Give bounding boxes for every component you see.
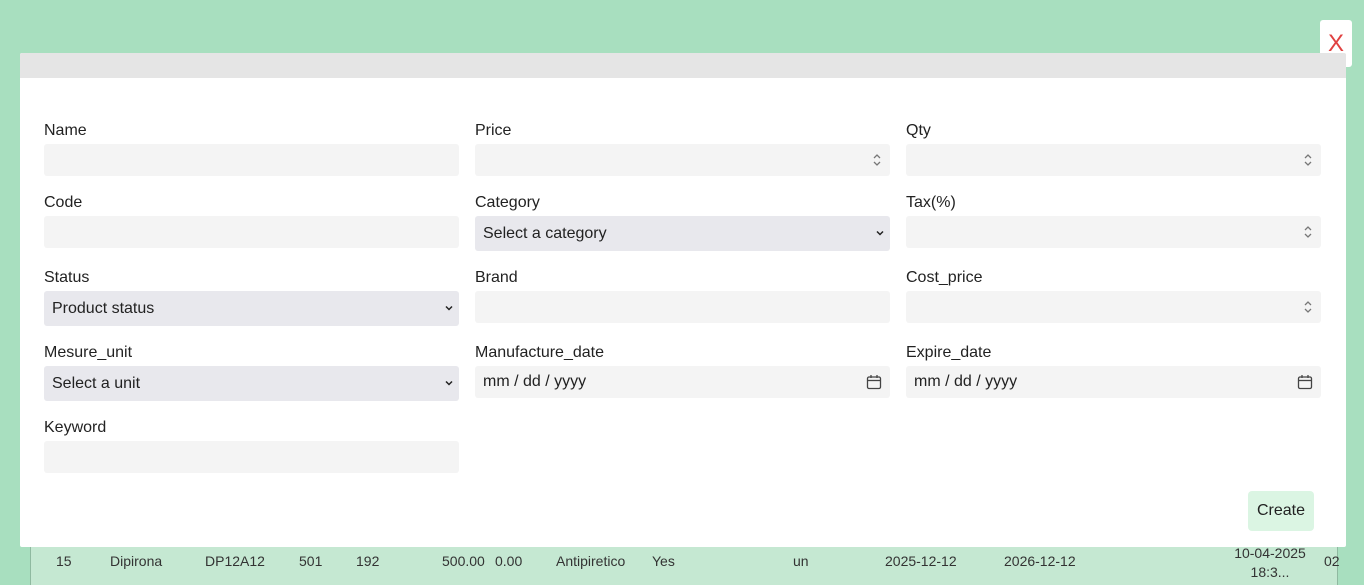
qty-input[interactable] [906,144,1321,176]
price-field-group: Price [475,120,890,176]
cell-id: 15 [56,553,72,569]
spinner-icon[interactable] [1303,224,1313,240]
spinner-icon[interactable] [872,152,882,168]
cell-status: Yes [652,553,675,569]
chevron-down-icon [876,230,884,236]
qty-label: Qty [906,122,931,139]
cell-unit: un [793,553,809,569]
expire-date-placeholder: mm / dd / yyyy [914,373,1018,390]
cell-cost-price: 500.00 [442,553,485,569]
cell-qty: 192 [356,553,380,569]
cell-category: Antipiretico [556,553,626,569]
category-field-group: Category Select a category [475,192,890,251]
chevron-down-icon [445,305,453,311]
cost-price-field-group: Cost_price [906,267,1321,323]
tax-input[interactable] [906,216,1321,248]
manufacture-date-input[interactable]: mm / dd / yyyy [475,366,890,398]
chevron-down-icon [445,380,453,386]
expire-date-label: Expire_date [906,344,992,361]
manufacture-date-field-group: Manufacture_date mm / dd / yyyy [475,342,890,398]
expire-date-field-group: Expire_date mm / dd / yyyy [906,342,1321,398]
cell-expire-date: 2026-12-12 [1004,553,1076,569]
status-select[interactable]: Product status [44,291,459,326]
tax-field-group: Tax(%) [906,192,1321,248]
mesure-unit-label: Mesure_unit [44,344,133,361]
cell-code: DP12A12 [205,553,265,569]
code-input[interactable] [44,216,459,248]
name-input[interactable] [44,144,459,176]
code-label: Code [44,194,83,211]
name-field-group: Name [44,120,459,176]
cell-created-at: 10-04-2025 18:3... [1234,545,1306,580]
mesure-unit-selected: Select a unit [52,375,141,392]
category-select[interactable]: Select a category [475,216,890,251]
expire-date-input[interactable]: mm / dd / yyyy [906,366,1321,398]
keyword-input[interactable] [44,441,459,473]
category-selected: Select a category [483,225,607,242]
cell-updated-at: 02 [1324,553,1340,569]
code-field-group: Code [44,192,459,248]
mesure-unit-select[interactable]: Select a unit [44,366,459,401]
brand-input[interactable] [475,291,890,323]
status-selected: Product status [52,300,155,317]
keyword-label: Keyword [44,419,107,436]
modal-header [20,53,1346,78]
calendar-icon[interactable] [866,374,882,390]
mesure-unit-field-group: Mesure_unit Select a unit [44,342,459,401]
create-button[interactable]: Create [1248,491,1314,531]
brand-label: Brand [475,269,518,286]
spinner-icon[interactable] [1303,299,1313,315]
manufacture-date-label: Manufacture_date [475,344,604,361]
cost-price-label: Cost_price [906,269,983,286]
create-product-modal: Name Price Qty Code Category Select a ca… [20,53,1346,547]
spinner-icon[interactable] [1303,152,1313,168]
manufacture-date-placeholder: mm / dd / yyyy [483,373,587,390]
cell-manufacture-date: 2025-12-12 [885,553,957,569]
calendar-icon[interactable] [1297,374,1313,390]
tax-label: Tax(%) [906,194,956,211]
price-label: Price [475,122,512,139]
qty-field-group: Qty [906,120,1321,176]
cost-price-input[interactable] [906,291,1321,323]
name-label: Name [44,122,87,139]
price-input[interactable] [475,144,890,176]
brand-field-group: Brand [475,267,890,323]
category-label: Category [475,194,540,211]
status-field-group: Status Product status [44,267,459,326]
cell-price: 501 [299,553,323,569]
keyword-field-group: Keyword [44,417,459,473]
status-label: Status [44,269,90,286]
cell-tax: 0.00 [495,553,523,569]
cell-name: Dipirona [110,553,163,569]
